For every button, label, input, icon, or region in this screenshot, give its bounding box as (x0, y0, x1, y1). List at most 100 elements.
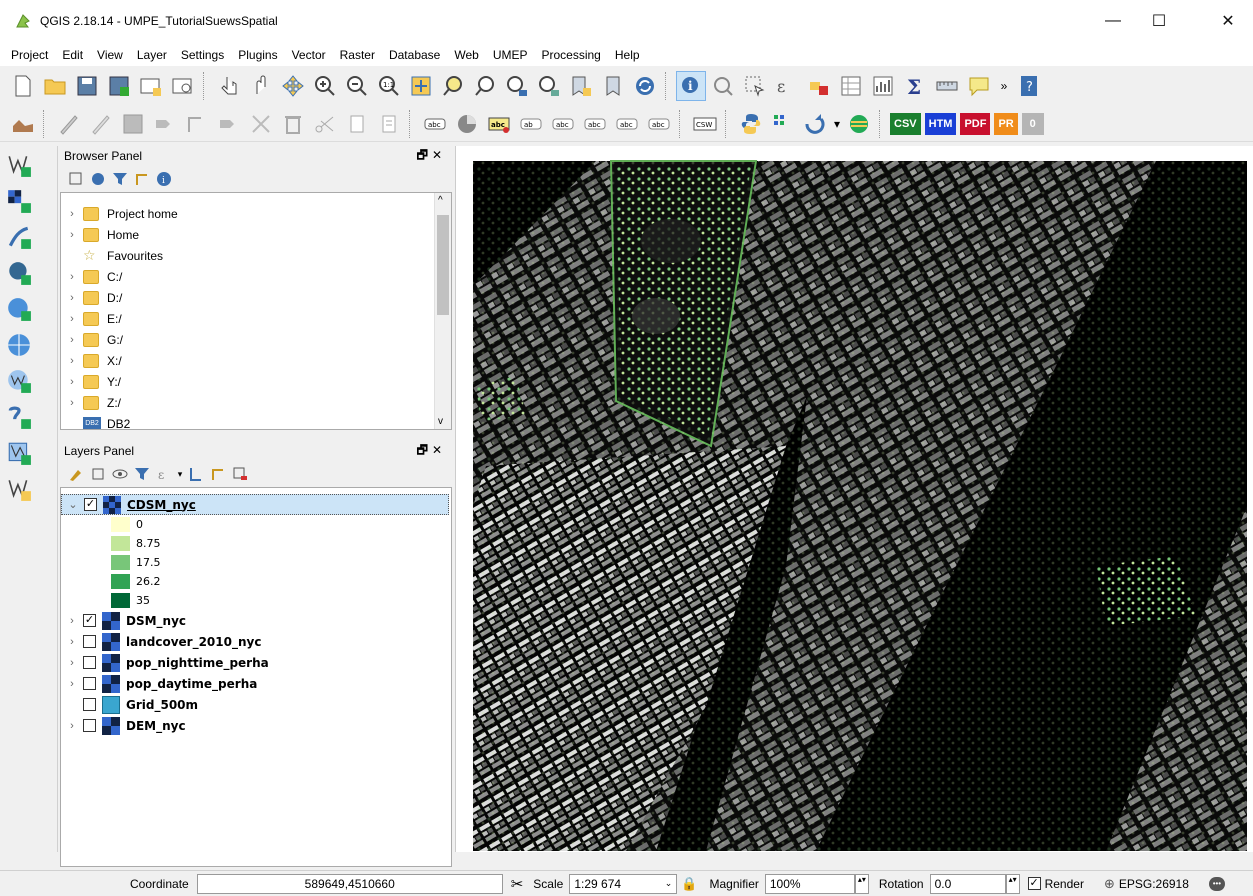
map-canvas[interactable] (455, 146, 1253, 852)
browser-item-project-home[interactable]: › Project home (61, 203, 451, 224)
raster-map-image[interactable] (456, 146, 1253, 852)
save-project-icon[interactable] (72, 71, 102, 101)
menu-settings[interactable]: Settings (174, 48, 231, 62)
toggle-extents-icon[interactable]: ✂ (511, 875, 524, 893)
change-label-icon[interactable]: abc (644, 109, 674, 139)
add-selected-layers-icon[interactable] (66, 169, 86, 189)
csw-icon[interactable]: CSW (690, 109, 720, 139)
expand-all-icon[interactable] (186, 464, 206, 484)
new-shapefile-layer-icon[interactable] (6, 436, 50, 470)
layer-labeling-options-icon[interactable]: abc (420, 109, 450, 139)
export-csv-button[interactable]: CSV (890, 112, 921, 135)
select-by-expression-icon[interactable]: ε (772, 71, 802, 101)
menu-edit[interactable]: Edit (55, 48, 90, 62)
new-project-icon[interactable] (8, 71, 38, 101)
chevron-right-icon[interactable]: › (61, 292, 83, 304)
zoom-last-icon[interactable] (502, 71, 532, 101)
manage-map-themes-icon[interactable] (110, 464, 130, 484)
scroll-up-icon[interactable]: ^ (438, 195, 443, 206)
layer-row-pop-nighttime-perha[interactable]: › pop_nighttime_perha (61, 652, 451, 673)
layer-row-grid-500m[interactable]: Grid_500m (61, 694, 451, 715)
current-edits-icon[interactable] (8, 109, 38, 139)
chevron-right-icon[interactable]: › (61, 229, 83, 241)
new-print-composer-icon[interactable] (136, 71, 166, 101)
menu-web[interactable]: Web (447, 48, 485, 62)
collapse-all-icon[interactable] (132, 169, 152, 189)
zoom-full-icon[interactable] (406, 71, 436, 101)
zoom-native-resolution-icon[interactable]: 1:1 (374, 71, 404, 101)
layer-visibility-checkbox[interactable]: ✓ (83, 614, 96, 627)
zoom-to-selection-icon[interactable] (438, 71, 468, 101)
zoom-to-layer-icon[interactable] (470, 71, 500, 101)
chevron-right-icon[interactable]: › (61, 678, 83, 690)
layer-visibility-checkbox[interactable] (83, 719, 96, 732)
select-features-icon[interactable] (740, 71, 770, 101)
chevron-down-icon[interactable]: ⌄ (62, 498, 84, 511)
menu-layer[interactable]: Layer (130, 48, 174, 62)
touch-zoom-icon[interactable] (214, 71, 244, 101)
add-feature-icon[interactable] (150, 109, 180, 139)
highlight-pinned-labels-icon[interactable]: abc (484, 109, 514, 139)
collapse-all-icon[interactable] (208, 464, 228, 484)
panel-float-close-icon[interactable]: 🗗✕ (417, 146, 446, 167)
menu-project[interactable]: Project (4, 48, 55, 62)
chevron-right-icon[interactable]: › (61, 397, 83, 409)
open-layer-styling-icon[interactable] (66, 464, 86, 484)
add-postgis-layer-icon[interactable] (6, 256, 50, 290)
save-as-icon[interactable] (104, 71, 134, 101)
move-label-icon[interactable]: abc (580, 109, 610, 139)
scroll-thumb[interactable] (437, 215, 449, 315)
menu-plugins[interactable]: Plugins (231, 48, 284, 62)
remove-layer-icon[interactable] (230, 464, 250, 484)
browser-item-db2[interactable]: DB2 DB2 (61, 413, 451, 429)
python-console-icon[interactable] (736, 109, 766, 139)
layer-visibility-checkbox[interactable] (83, 698, 96, 711)
open-project-icon[interactable] (40, 71, 70, 101)
menu-raster[interactable]: Raster (333, 48, 382, 62)
chevron-right-icon[interactable]: › (61, 376, 83, 388)
copy-features-icon[interactable] (342, 109, 372, 139)
browser-item-g-drive[interactable]: › G:/ (61, 329, 451, 350)
chevron-right-icon[interactable]: › (61, 271, 83, 283)
magnifier-field[interactable]: 100% (764, 873, 855, 894)
field-calculator-sigma-icon[interactable]: Σ (900, 71, 930, 101)
cut-features-icon[interactable] (310, 109, 340, 139)
dropdown-arrow-icon[interactable]: ▾ (176, 464, 184, 484)
add-wcs-layer-icon[interactable] (6, 328, 50, 362)
identify-features-icon[interactable]: i (676, 71, 706, 101)
open-attribute-table-icon[interactable] (836, 71, 866, 101)
menu-database[interactable]: Database (382, 48, 447, 62)
dropdown-arrow-icon[interactable]: ▾ (832, 109, 842, 139)
layer-diagram-options-icon[interactable] (452, 109, 482, 139)
layer-row-pop-daytime-perha[interactable]: › pop_daytime_perha (61, 673, 451, 694)
chevron-right-icon[interactable]: › (61, 355, 83, 367)
browser-item-home[interactable]: › Home (61, 224, 451, 245)
add-group-icon[interactable] (88, 464, 108, 484)
menu-umep[interactable]: UMEP (486, 48, 535, 62)
add-vector-layer-icon[interactable] (6, 148, 50, 182)
browser-item-e-drive[interactable]: › E:/ (61, 308, 451, 329)
close-button[interactable]: ✕ (1205, 6, 1251, 36)
filter-legend-icon[interactable] (132, 464, 152, 484)
statistical-summary-icon[interactable] (868, 71, 898, 101)
rotation-spinner-icon[interactable]: ▴▾ (1005, 873, 1020, 894)
toggle-editing-icon[interactable] (54, 109, 84, 139)
layer-visibility-checkbox[interactable] (83, 677, 96, 690)
scale-combobox[interactable]: 1:29 674 ⌄ (569, 873, 678, 894)
move-feature-icon[interactable] (214, 109, 244, 139)
export-pr-button[interactable]: PR (994, 112, 1018, 135)
add-spatialite-layer-icon[interactable] (6, 220, 50, 254)
magnifier-spinner-icon[interactable]: ▴▾ (854, 873, 869, 894)
crs-status[interactable]: EPSG:26918 (1119, 877, 1189, 891)
run-feature-action-icon[interactable] (708, 71, 738, 101)
save-layer-edits-icon[interactable] (118, 109, 148, 139)
chevron-right-icon[interactable]: › (61, 334, 83, 346)
layer-visibility-checkbox[interactable]: ✓ (84, 498, 97, 511)
chevron-right-icon[interactable]: › (61, 615, 83, 627)
rotation-field[interactable]: 0.0 (929, 873, 1006, 894)
node-tool-icon[interactable] (182, 109, 212, 139)
zoom-next-icon[interactable] (534, 71, 564, 101)
chevron-right-icon[interactable]: › (61, 208, 83, 220)
lock-scale-icon[interactable]: 🔒 (681, 876, 697, 892)
browser-item-c-drive[interactable]: › C:/ (61, 266, 451, 287)
